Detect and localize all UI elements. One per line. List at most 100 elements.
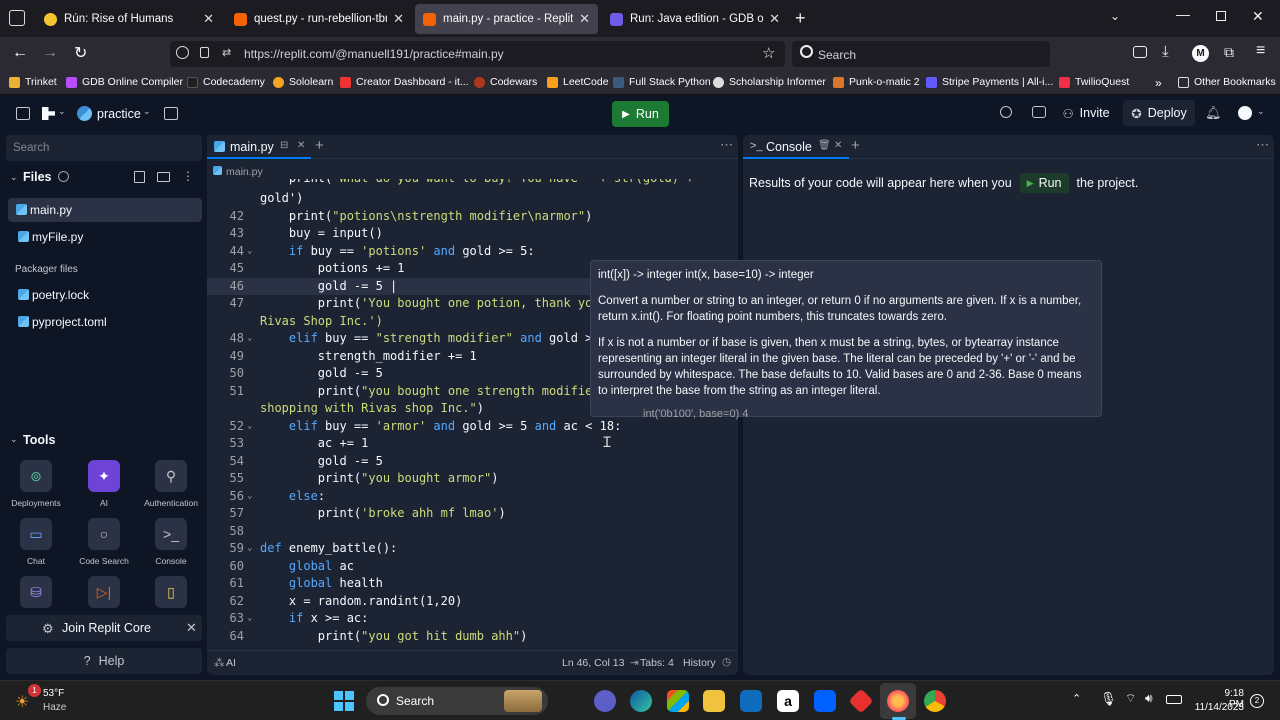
notification-count-badge[interactable]: 2 [1250,694,1264,708]
edge-browser-icon[interactable] [630,690,652,712]
code-line[interactable]: 59 ⌄ def enemy_battle(): [207,540,738,558]
new-folder-icon[interactable] [157,172,170,182]
chrome-icon[interactable] [924,690,946,712]
menu-icon[interactable]: ≡ [1256,42,1265,60]
code-line[interactable]: 44 ⌄ if buy == 'potions' and gold >= 5: [207,243,738,261]
file-history-icon[interactable] [58,171,69,182]
teams-chat-icon[interactable] [594,690,616,712]
taskbar-search[interactable]: Search [366,687,548,715]
code-line[interactable]: 64 print("you got hit dumb ahh") [207,628,738,646]
lock-icon[interactable] [200,47,209,58]
bookmark-punk-o-matic[interactable]: Punk-o-matic 2 [833,76,920,88]
fold-chevron-icon[interactable]: ⌄ [247,330,252,348]
file-myfile-py[interactable]: myFile.py [10,225,202,249]
weather-widget[interactable]: ☀ 1 [15,684,41,711]
more-bookmarks-chevron-icon[interactable]: » [1155,76,1162,90]
other-bookmarks[interactable]: Other Bookmarks [1178,76,1276,88]
code-line[interactable]: 60 global ac [207,558,738,576]
file-explorer-icon[interactable] [703,690,725,712]
tools-collapse-chevron-icon[interactable]: ⌄ [10,434,18,445]
microsoft-store-icon[interactable] [667,690,689,712]
fold-chevron-icon[interactable]: ⌄ [247,540,252,558]
minimize-window-icon[interactable]: — [1176,6,1190,22]
code-line[interactable]: 62 x = random.randint(1,20) [207,593,738,611]
profile-avatar[interactable]: M [1192,45,1209,62]
toggle-sidebar-icon[interactable] [16,107,30,120]
list-all-tabs-chevron-icon[interactable]: ⌄ [1110,9,1120,23]
microphone-icon[interactable]: 🎙︎ [1100,691,1117,707]
bookmark-trinket[interactable]: Trinket [9,76,57,88]
wifi-icon[interactable]: ⌔ [1125,691,1136,706]
bookmark-gdb[interactable]: GDB Online Compiler [66,76,183,88]
indent-setting[interactable]: Tabs: 4 [640,657,674,669]
start-windows-icon[interactable] [334,691,354,711]
dropbox-icon[interactable] [814,690,836,712]
fold-chevron-icon[interactable]: ⌄ [247,610,252,628]
deploy-button[interactable]: ✪ Deploy [1123,100,1195,126]
file-poetry-lock[interactable]: poetry.lock [10,283,202,307]
code-line[interactable]: 61 global health [207,575,738,593]
console-run-button[interactable]: ▶ Run [1019,173,1069,193]
new-tab-plus-icon[interactable]: + [795,8,806,29]
bookmark-sololearn[interactable]: Sololearn [273,76,333,88]
close-tab-icon[interactable]: ✕ [297,140,305,151]
tool-docs[interactable]: ▯ [141,576,201,614]
bookmark-star-icon[interactable]: ☆ [762,44,775,62]
files-header[interactable]: Files [23,170,52,184]
bookmark-leetcode[interactable]: LeetCode [547,76,609,88]
tool-code-search[interactable]: ○ Code Search [74,518,134,566]
files-collapse-chevron-icon[interactable]: ⌄ [10,172,18,183]
tool-database[interactable]: ⛁ [6,576,66,614]
project-chevron-icon[interactable]: ⌄ [143,106,151,117]
dismiss-core-close-icon[interactable]: ✕ [186,620,197,636]
tool-extension[interactable]: ▷| [74,576,134,614]
ai-sparkle-icon[interactable]: ⁂ [214,657,225,669]
browser-tab-2[interactable]: quest.py - run-rebellion-tbrpg ✕ [226,4,412,34]
bookmark-codewars[interactable]: Codewars [474,76,537,88]
download-icon[interactable]: ⤓ [1162,43,1169,60]
code-line[interactable]: 56 ⌄ else: [207,488,738,506]
show-hidden-icons-chevron-icon[interactable]: ⌃ [1072,692,1081,705]
git-icon[interactable] [848,688,874,714]
weather-temp[interactable]: 53°F [43,688,64,699]
close-tab-icon[interactable]: ✕ [393,11,404,27]
notifications-bell-icon[interactable]: 🔔︎ [1205,105,1222,121]
history-clock-icon[interactable]: ◷ [722,656,731,668]
tab-list-icon[interactable] [9,10,25,26]
browser-tab-1[interactable]: Rún: Rise of Humans ✕ [36,4,222,34]
bookmark-fullstack-python[interactable]: Full Stack Python [613,76,711,88]
page-settings-icon[interactable]: ⇄ [222,46,231,59]
tool-authentication[interactable]: ⚲ Authentication [141,460,201,508]
code-line[interactable]: gold') [207,190,738,208]
replit-menu-chevron-icon[interactable]: ⌄ [58,106,66,117]
code-line[interactable]: 42 print("potions\nstrength modifier\nar… [207,208,738,226]
mail-icon[interactable] [740,690,762,712]
browser-tab-3-active[interactable]: main.py - practice - Replit ✕ [415,4,598,34]
forward-arrow-icon[interactable]: → [42,44,58,62]
close-tab-icon[interactable]: ✕ [579,11,590,27]
close-window-icon[interactable]: ✕ [1252,8,1264,25]
editor-more-icon[interactable]: ⋯ [720,137,733,153]
shield-icon[interactable] [176,46,189,59]
history-button[interactable]: History [683,657,716,669]
back-arrow-icon[interactable]: ← [12,44,28,62]
code-line[interactable]: 57 print('broke ahh mf lmao') [207,505,738,523]
tab-main-py[interactable]: main.py ⊟ ✕ [207,135,311,159]
replit-logo-icon[interactable] [42,107,55,120]
add-tab-plus-icon[interactable]: + [315,137,324,154]
browser-tab-4[interactable]: Run: Java edition - GDB online D ✕ [602,4,788,34]
bookmark-stripe[interactable]: Stripe Payments | All-i... [926,76,1053,88]
file-pyproject-toml[interactable]: pyproject.toml [10,310,202,334]
project-name[interactable]: practice [97,107,141,121]
add-tab-plus-icon[interactable]: + [851,137,860,154]
ai-status-label[interactable]: AI [226,657,236,669]
url-text[interactable]: https://replit.com/@manuell191/practice#… [244,47,504,61]
bookmark-scholarship[interactable]: Scholarship Informer [713,76,826,88]
code-line[interactable]: 63 ⌄ if x >= ac: [207,610,738,628]
amazon-icon[interactable]: a [777,690,799,712]
firefox-icon[interactable] [887,690,909,712]
tool-deployments[interactable]: ⊚ Deployments [6,460,66,508]
user-menu-chevron-icon[interactable]: ⌄ [1257,106,1265,117]
fold-chevron-icon[interactable]: ⌄ [247,418,252,436]
weather-desc[interactable]: Haze [43,702,66,713]
